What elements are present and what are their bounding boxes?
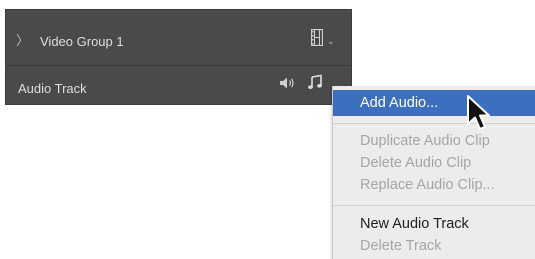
chevron-down-icon[interactable]: ⌄ <box>327 36 335 47</box>
audio-track-label: Audio Track <box>18 81 87 96</box>
menu-item-delete-audio-clip[interactable]: Delete Audio Clip <box>333 152 535 174</box>
menu-item-replace-audio-clip[interactable]: Replace Audio Clip... <box>333 174 535 196</box>
mouse-pointer-icon <box>467 95 490 130</box>
chevron-right-icon[interactable]: 〉 <box>16 30 29 49</box>
speaker-icon[interactable] <box>279 75 295 91</box>
audio-context-menu: Add Audio... Duplicate Audio Clip Delete… <box>332 86 535 259</box>
film-strip-icon[interactable] <box>311 29 323 46</box>
menu-item-new-audio-track[interactable]: New Audio Track <box>333 213 535 235</box>
menu-item-add-audio[interactable]: Add Audio... <box>333 90 535 116</box>
menu-item-duplicate-audio-clip[interactable]: Duplicate Audio Clip <box>333 130 535 152</box>
music-note-icon[interactable] <box>307 74 323 90</box>
menu-separator <box>333 123 535 124</box>
timeline-panel: 〉 Video Group 1 ⌄ Audio Track <box>5 9 352 105</box>
menu-separator <box>333 205 535 206</box>
audio-track-row[interactable]: Audio Track <box>6 66 351 106</box>
video-group-label: Video Group 1 <box>40 34 124 49</box>
menu-item-delete-track[interactable]: Delete Track <box>333 235 535 257</box>
video-group-row[interactable]: 〉 Video Group 1 ⌄ <box>6 10 351 66</box>
